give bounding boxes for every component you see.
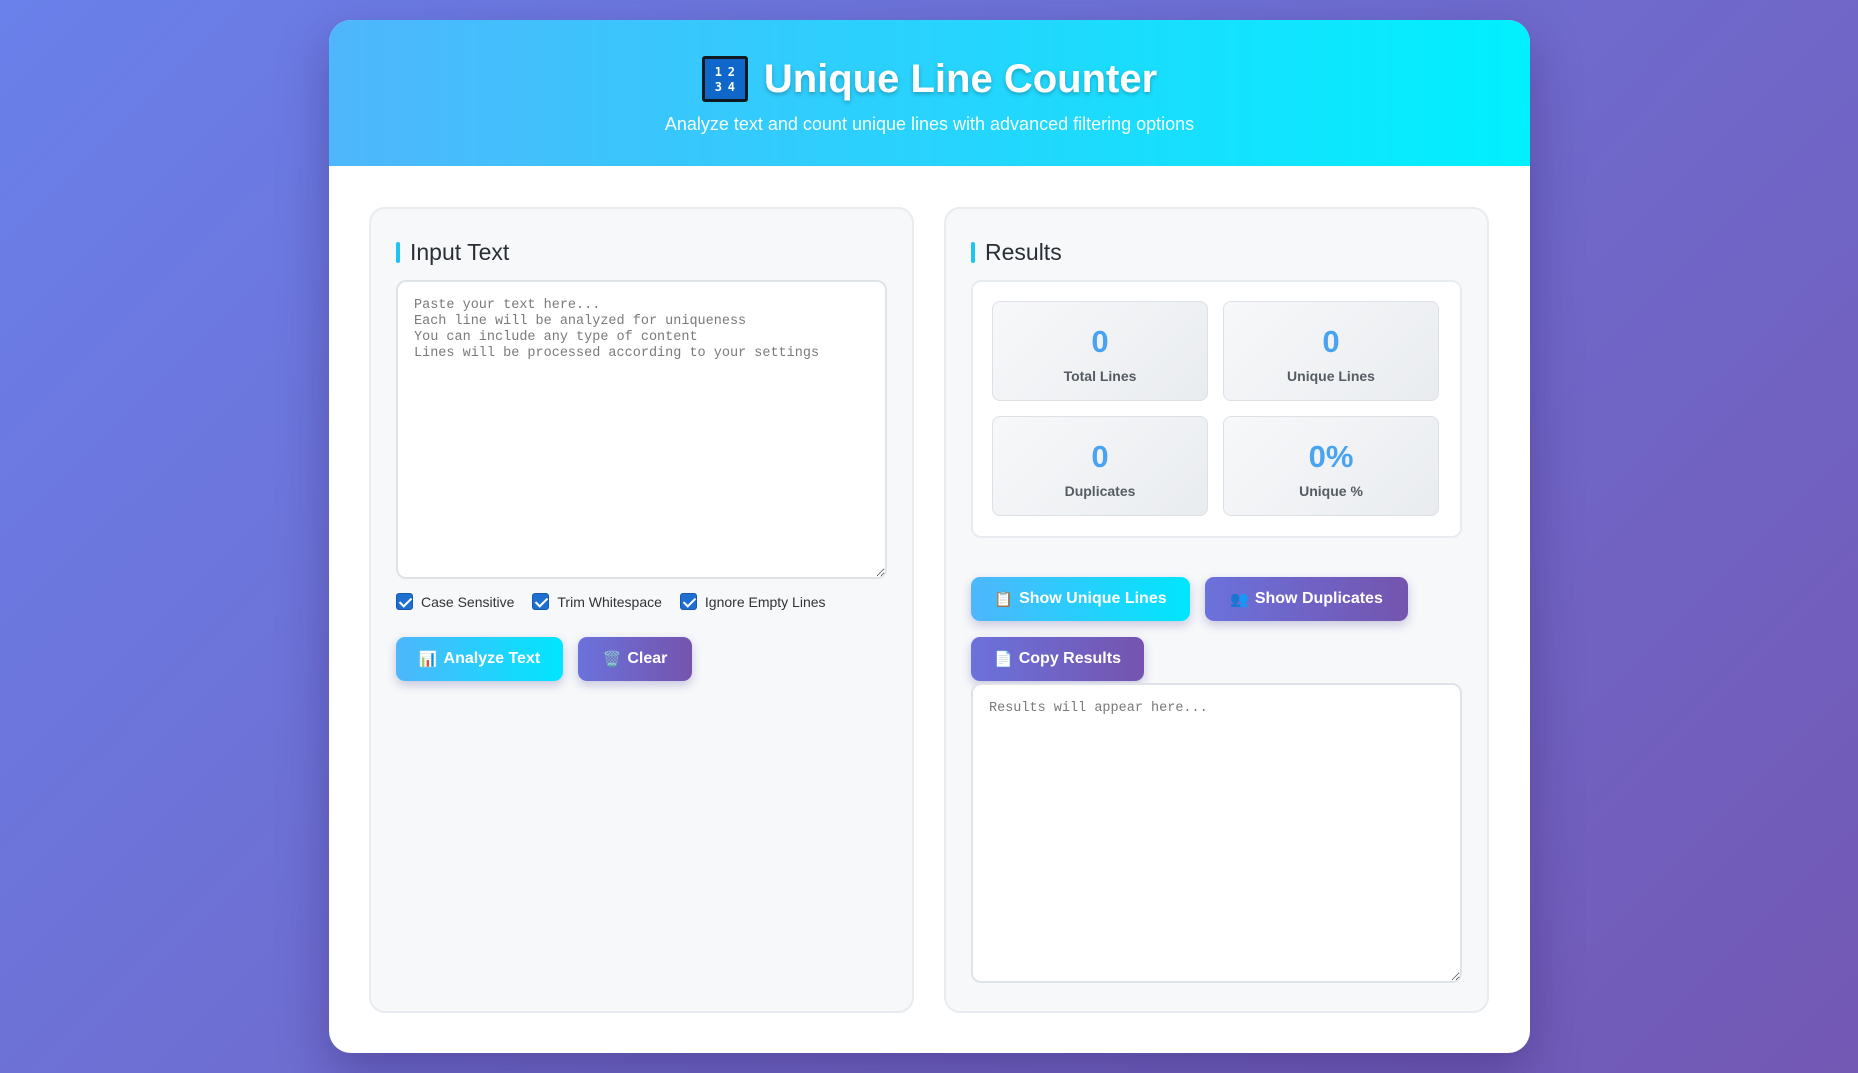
results-panel: Results 0 Total Lines 0 Unique Lines 0 D… [944,207,1489,1013]
ignore-empty-lines-checkbox[interactable] [679,593,697,610]
case-sensitive-option[interactable]: Case Sensitive [396,593,514,610]
heading-accent-bar [396,242,400,263]
analyze-button[interactable]: 📊 Analyze Text [396,637,563,681]
input-textarea[interactable] [396,280,887,579]
stat-total-lines: 0 Total Lines [992,301,1208,401]
stat-duplicates: 0 Duplicates [992,416,1208,516]
copy-results-button[interactable]: 📄 Copy Results [971,637,1144,681]
options-row: Case Sensitive Trim Whitespace Ignore Em… [396,593,826,610]
results-panel-heading: Results [971,239,1062,266]
input-panel: Input Text Case Sensitive Trim Whitespac… [369,207,914,1013]
ignore-empty-lines-option[interactable]: Ignore Empty Lines [679,593,826,610]
app-subtitle: Analyze text and count unique lines with… [664,114,1195,134]
show-duplicates-button[interactable]: 👥 Show Duplicates [1205,577,1408,621]
results-output[interactable] [971,683,1462,983]
trash-icon: 🗑️ [602,651,622,668]
clear-button[interactable]: 🗑️ Clear [578,637,692,681]
stats-grid: 0 Total Lines 0 Unique Lines 0 Duplicate… [971,280,1462,538]
clipboard-icon: 📋 [994,591,1014,608]
show-unique-lines-button[interactable]: 📋 Show Unique Lines [971,577,1190,621]
bar-chart-icon: 📊 [418,651,438,668]
input-panel-heading: Input Text [396,239,509,266]
document-icon: 📄 [994,651,1013,668]
stat-unique-percent: 0% Unique % [1223,416,1439,516]
users-icon: 👥 [1230,591,1249,608]
app-header: 12 34 Unique Line Counter Analyze text a… [329,20,1530,166]
stat-unique-lines: 0 Unique Lines [1223,301,1439,401]
trim-whitespace-option[interactable]: Trim Whitespace [532,593,662,610]
trim-whitespace-checkbox[interactable] [532,593,550,610]
app-title: Unique Line Counter [763,56,1158,101]
numbers-icon: 12 34 [701,56,748,102]
main-card: 12 34 Unique Line Counter Analyze text a… [329,20,1530,1053]
case-sensitive-checkbox[interactable] [396,593,413,610]
heading-accent-bar [971,242,975,263]
